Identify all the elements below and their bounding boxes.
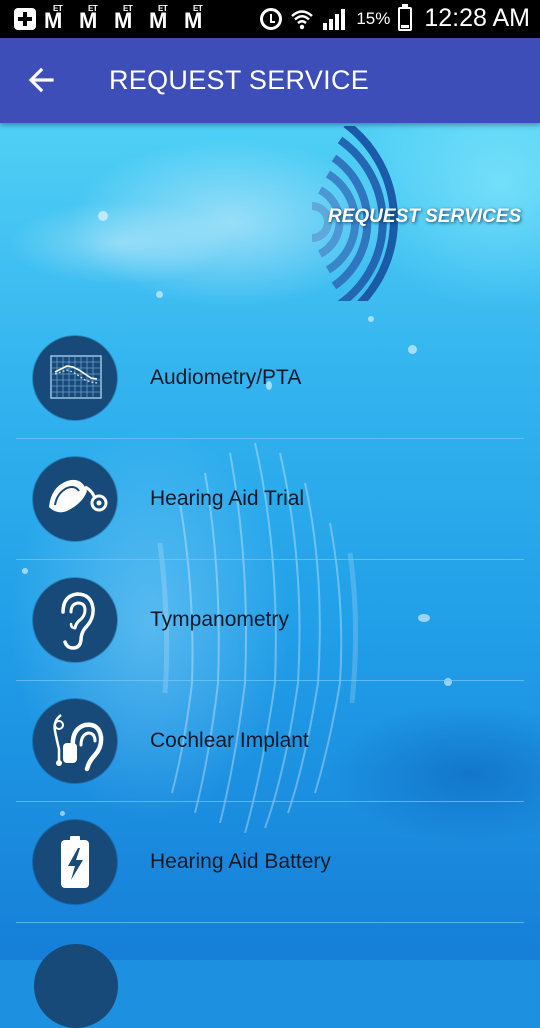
service-item-hearing-aid-battery[interactable]: Hearing Aid Battery — [16, 802, 524, 923]
hearing-aid-icon — [33, 457, 117, 541]
et-m-icon: ET M — [79, 4, 98, 33]
bubble-decoration — [156, 291, 163, 298]
service-label: Tympanometry — [150, 608, 289, 631]
battery-percent: 15% — [356, 8, 391, 28]
plus-box-icon — [14, 8, 36, 30]
audiogram-chart-icon — [33, 336, 117, 420]
service-label: Hearing Aid Trial — [150, 487, 305, 510]
ear-icon — [33, 578, 117, 662]
service-label: Cochlear Implant — [150, 729, 309, 752]
next-service-icon-partial — [34, 944, 118, 1028]
arrow-back-icon — [28, 67, 54, 93]
status-bar: ET M ET M ET M ET M ET M 15% 12:28 AM — [0, 0, 540, 38]
battery-status-icon — [398, 3, 413, 31]
back-button[interactable] — [26, 64, 58, 96]
battery-icon — [33, 820, 117, 904]
et-m-icon: ET M — [44, 4, 63, 33]
service-label: Audiometry/PTA — [150, 366, 302, 389]
et-m-icon: ET M — [149, 4, 168, 33]
signal-strength-icon — [323, 8, 346, 30]
cochlear-implant-icon — [33, 699, 117, 783]
alarm-clock-icon — [260, 7, 283, 30]
et-m-icon: ET M — [114, 4, 133, 33]
bubble-decoration — [98, 211, 108, 221]
service-item-hearing-aid-trial[interactable]: Hearing Aid Trial — [16, 439, 524, 560]
service-content: REQUEST SERVICES Audiometry/PTA Hearing … — [0, 123, 540, 960]
service-label: Hearing Aid Battery — [150, 850, 331, 873]
clock: 12:28 AM — [424, 4, 530, 32]
et-m-icon: ET M — [184, 4, 203, 33]
system-status: 15% 12:28 AM — [260, 3, 530, 33]
notification-icons: ET M ET M ET M ET M ET M — [14, 4, 211, 33]
service-item-tympanometry[interactable]: Tympanometry — [16, 560, 524, 681]
page-title: REQUEST SERVICE — [109, 65, 370, 95]
service-list: Audiometry/PTA Hearing Aid Trial Tympano… — [16, 318, 524, 923]
wifi-icon — [291, 9, 314, 29]
banner-title: REQUEST SERVICES — [328, 206, 522, 227]
app-bar: REQUEST SERVICE — [0, 38, 540, 123]
service-item-audiometry[interactable]: Audiometry/PTA — [16, 318, 524, 439]
service-item-cochlear-implant[interactable]: Cochlear Implant — [16, 681, 524, 802]
request-services-banner: REQUEST SERVICES — [298, 123, 540, 320]
